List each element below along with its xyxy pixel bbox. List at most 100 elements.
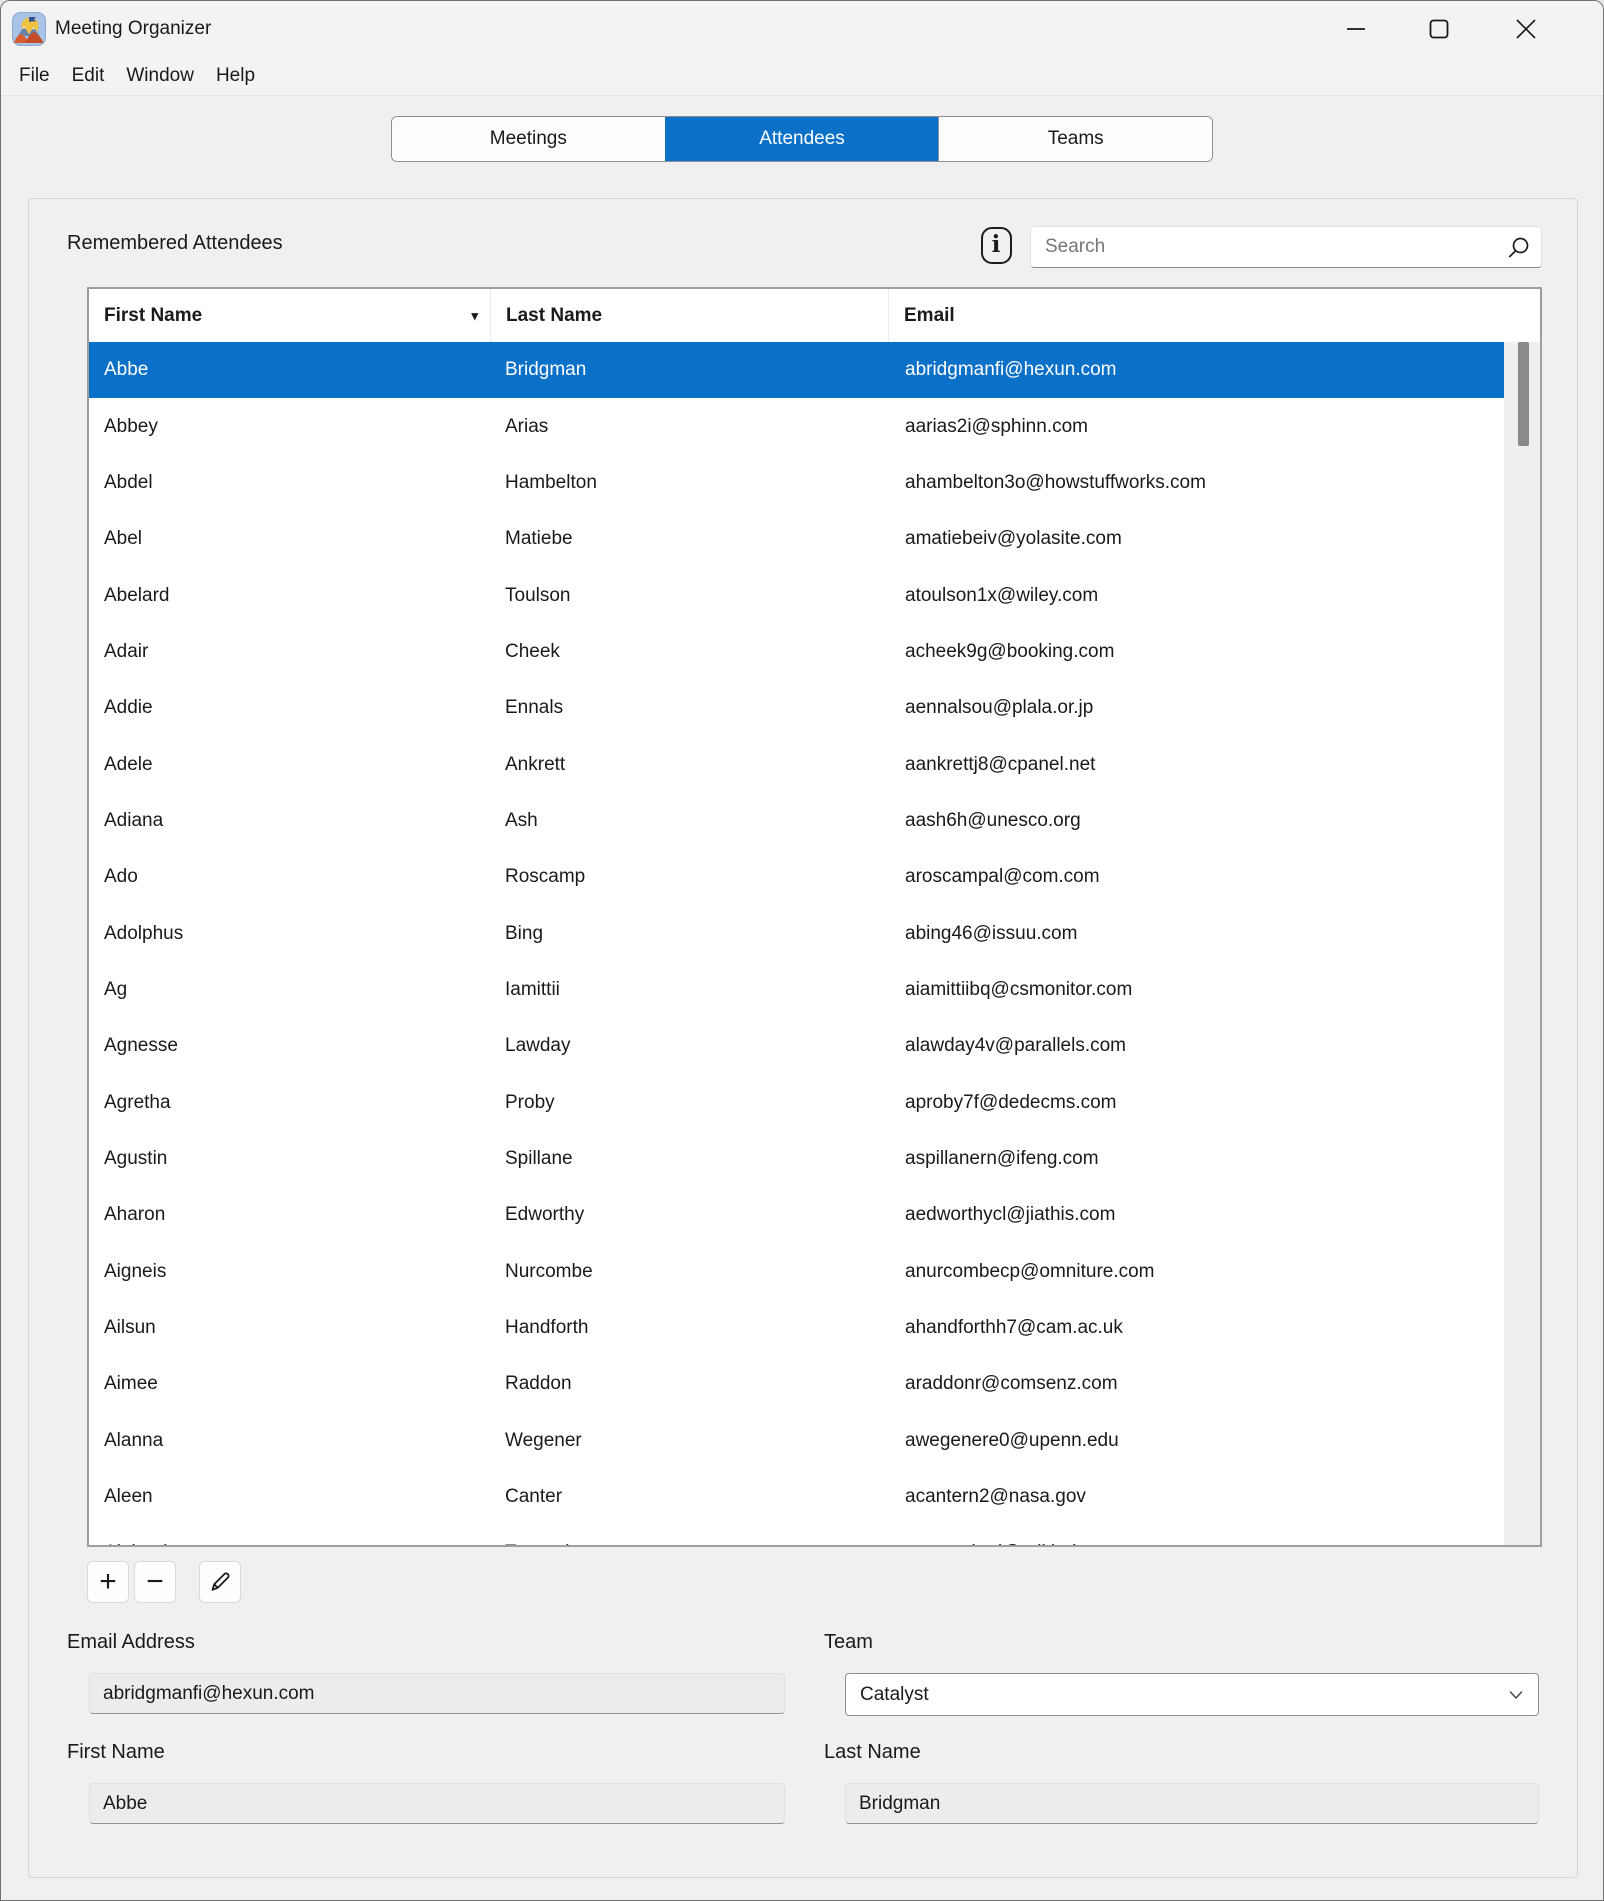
tab-meetings[interactable]: Meetings xyxy=(392,117,665,161)
table-row[interactable]: AdairCheekacheek9g@booking.com xyxy=(89,624,1504,680)
table-row[interactable]: AdianaAshaash6h@unesco.org xyxy=(89,793,1504,849)
info-button[interactable]: i xyxy=(972,221,1020,269)
table-row[interactable]: AlannaWegenerawegenere0@upenn.edu xyxy=(89,1413,1504,1469)
cell-last: Wegener xyxy=(491,1430,889,1452)
pencil-icon xyxy=(208,1570,232,1594)
cell-first: Adiana xyxy=(89,810,491,832)
menu-bar: File Edit Window Help xyxy=(1,56,1603,96)
cell-last: Bing xyxy=(491,923,889,945)
team-label: Team xyxy=(824,1631,873,1654)
table-row[interactable]: AharonEdworthyaedworthycl@jiathis.com xyxy=(89,1187,1504,1243)
table-row[interactable]: AbdelHambeltonahambelton3o@howstuffworks… xyxy=(89,455,1504,511)
cell-last: Ennals xyxy=(491,697,889,719)
scrollbar-thumb[interactable] xyxy=(1518,342,1529,446)
minimize-button[interactable] xyxy=(1326,8,1386,50)
table-row[interactable]: AbelMatiebeamatiebeiv@yolasite.com xyxy=(89,511,1504,567)
cell-first: Aharon xyxy=(89,1204,491,1226)
table-row[interactable]: AdoRoscamparoscampal@com.com xyxy=(89,849,1504,905)
tab-teams[interactable]: Teams xyxy=(938,117,1212,161)
cell-email: aroscampal@com.com xyxy=(889,866,1504,888)
table-row[interactable]: AdeleAnkrettaankrettj8@cpanel.net xyxy=(89,736,1504,792)
window-title: Meeting Organizer xyxy=(55,18,211,40)
table-row[interactable]: AgnesseLawdayalawday4v@parallels.com xyxy=(89,1018,1504,1074)
cell-email: amatiebeiv@yolasite.com xyxy=(889,528,1504,550)
maximize-button[interactable] xyxy=(1409,8,1469,50)
close-icon xyxy=(1514,17,1538,41)
cell-last: Iamittii xyxy=(491,979,889,1001)
cell-last: Cheek xyxy=(491,641,889,663)
table-row[interactable]: AgustinSpillaneaspillanern@ifeng.com xyxy=(89,1131,1504,1187)
menu-file[interactable]: File xyxy=(8,57,61,95)
attendees-table: First Name ▾ Last Name Email AbbeBridgma… xyxy=(87,287,1542,1547)
cell-email: alawday4v@parallels.com xyxy=(889,1035,1504,1057)
first-name-label: First Name xyxy=(67,1741,165,1764)
tab-attendees[interactable]: Attendees xyxy=(665,117,939,161)
column-header-last-name[interactable]: Last Name xyxy=(491,289,889,342)
title-bar: Meeting Organizer xyxy=(1,1,1603,56)
last-name-field[interactable] xyxy=(845,1783,1539,1824)
vertical-scrollbar[interactable] xyxy=(1504,342,1540,1545)
first-name-field[interactable] xyxy=(89,1783,785,1824)
cell-first: Agnesse xyxy=(89,1035,491,1057)
cell-last: Toulson xyxy=(491,585,889,607)
email-address-label: Email Address xyxy=(67,1631,195,1654)
cell-first: Addie xyxy=(89,697,491,719)
table-row[interactable]: AgIamittiiaiamittiibq@csmonitor.com xyxy=(89,962,1504,1018)
search-input[interactable] xyxy=(1031,227,1541,267)
cell-email: aproby7f@dedecms.com xyxy=(889,1092,1504,1114)
cell-first: Abelard xyxy=(89,585,491,607)
table-header: First Name ▾ Last Name Email xyxy=(89,289,1540,342)
app-icon xyxy=(12,12,46,46)
cell-last: Ash xyxy=(491,810,889,832)
cell-first: Ag xyxy=(89,979,491,1001)
cell-last: Handforth xyxy=(491,1317,889,1339)
info-icon: i xyxy=(981,227,1012,264)
cell-last: Lawday xyxy=(491,1035,889,1057)
team-selected-value: Catalyst xyxy=(860,1684,929,1706)
cell-last: Proby xyxy=(491,1092,889,1114)
column-header-first-name[interactable]: First Name ▾ xyxy=(89,289,491,342)
table-row[interactable]: AdolphusBingabing46@issuu.com xyxy=(89,905,1504,961)
cell-last: Canter xyxy=(491,1486,889,1508)
maximize-icon xyxy=(1428,18,1450,40)
table-row[interactable]: AilsunHandforthahandforthh7@cam.ac.uk xyxy=(89,1300,1504,1356)
table-row[interactable]: AbbeBridgmanabridgmanfi@hexun.com xyxy=(89,342,1504,398)
column-header-email[interactable]: Email xyxy=(889,289,1540,342)
cell-email: aedworthycl@jiathis.com xyxy=(889,1204,1504,1226)
cell-first: Ailsun xyxy=(89,1317,491,1339)
team-select[interactable]: Catalyst xyxy=(845,1673,1539,1716)
search-icon xyxy=(1505,235,1531,261)
table-body: AbbeBridgmanabridgmanfi@hexun.comAbbeyAr… xyxy=(89,342,1540,1545)
edit-attendee-button[interactable] xyxy=(199,1561,241,1603)
table-toolbar: + − xyxy=(87,1561,241,1603)
cell-email: aennalsou@plala.or.jp xyxy=(889,697,1504,719)
add-attendee-button[interactable]: + xyxy=(87,1561,129,1603)
table-row[interactable]: AlejandraTancockatancocknd@miitbeian.gov… xyxy=(89,1525,1504,1545)
plus-icon: + xyxy=(99,1567,117,1597)
view-tabs: Meetings Attendees Teams xyxy=(391,116,1213,162)
close-button[interactable] xyxy=(1496,8,1556,50)
email-address-field[interactable] xyxy=(89,1673,785,1714)
cell-last: Hambelton xyxy=(491,472,889,494)
cell-first: Agretha xyxy=(89,1092,491,1114)
table-row[interactable]: AbelardToulsonatoulson1x@wiley.com xyxy=(89,567,1504,623)
cell-first: Aigneis xyxy=(89,1261,491,1283)
cell-email: aarias2i@sphinn.com xyxy=(889,416,1504,438)
table-row[interactable]: AimeeRaddonaraddonr@comsenz.com xyxy=(89,1356,1504,1412)
cell-first: Abdel xyxy=(89,472,491,494)
table-row[interactable]: AbbeyAriasaarias2i@sphinn.com xyxy=(89,398,1504,454)
cell-email: acheek9g@booking.com xyxy=(889,641,1504,663)
cell-first: Adolphus xyxy=(89,923,491,945)
table-row[interactable]: AigneisNurcombeanurcombecp@omniture.com xyxy=(89,1244,1504,1300)
cell-last: Tancock xyxy=(491,1542,889,1545)
table-row[interactable]: AddieEnnalsaennalsou@plala.or.jp xyxy=(89,680,1504,736)
menu-help[interactable]: Help xyxy=(205,57,266,95)
menu-edit[interactable]: Edit xyxy=(61,57,116,95)
cell-email: araddonr@comsenz.com xyxy=(889,1373,1504,1395)
table-row[interactable]: AleenCanteracantern2@nasa.gov xyxy=(89,1469,1504,1525)
cell-email: atoulson1x@wiley.com xyxy=(889,585,1504,607)
menu-window[interactable]: Window xyxy=(115,57,205,95)
sort-descending-icon: ▾ xyxy=(471,308,478,324)
remove-attendee-button[interactable]: − xyxy=(134,1561,176,1603)
table-row[interactable]: AgrethaProbyaproby7f@dedecms.com xyxy=(89,1074,1504,1130)
